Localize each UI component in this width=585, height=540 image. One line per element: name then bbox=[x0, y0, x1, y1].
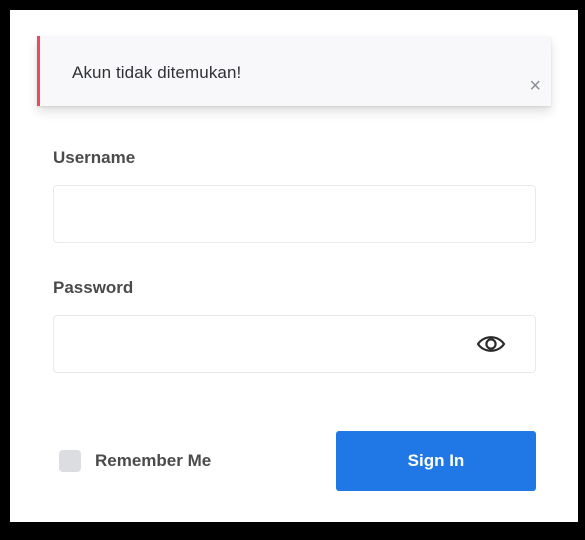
alert-message: Akun tidak ditemukan! bbox=[72, 63, 242, 82]
error-alert: Akun tidak ditemukan! × bbox=[37, 36, 551, 106]
login-panel: Akun tidak ditemukan! × Username Passwor… bbox=[10, 10, 578, 522]
close-icon[interactable]: × bbox=[529, 76, 541, 96]
checkbox-box[interactable] bbox=[59, 450, 81, 472]
password-label: Password bbox=[53, 278, 134, 297]
sign-in-button[interactable]: Sign In bbox=[336, 431, 536, 491]
eye-icon[interactable] bbox=[476, 331, 506, 357]
username-label: Username bbox=[53, 148, 136, 167]
password-input[interactable] bbox=[53, 315, 536, 373]
remember-me-label: Remember Me bbox=[95, 451, 212, 470]
username-input[interactable] bbox=[53, 185, 536, 243]
remember-me-checkbox[interactable]: Remember Me bbox=[59, 449, 211, 473]
